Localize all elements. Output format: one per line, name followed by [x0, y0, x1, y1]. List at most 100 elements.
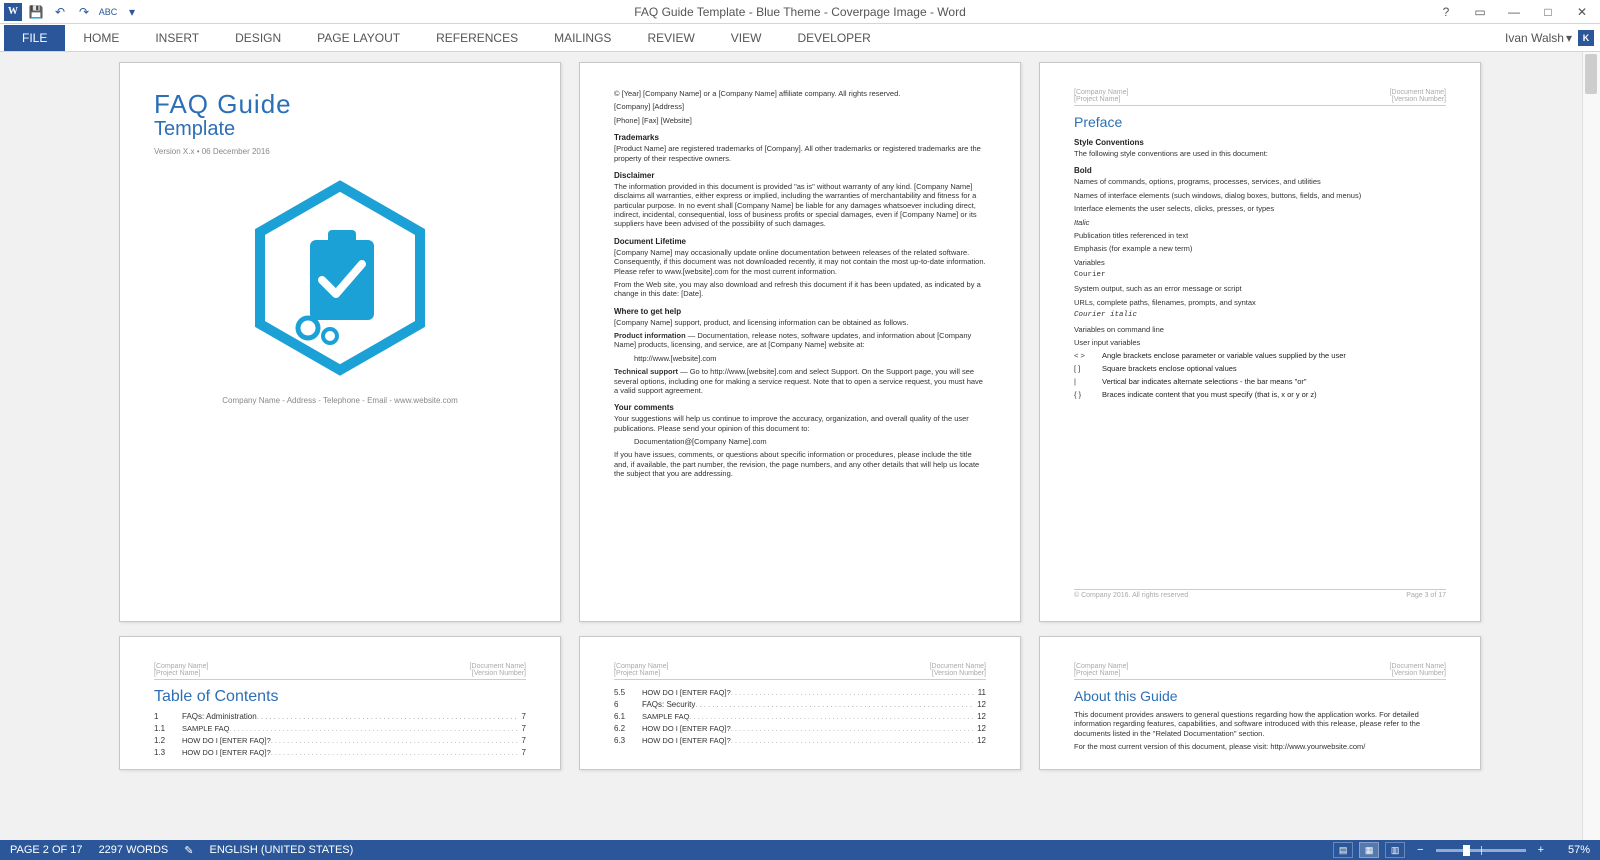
- page-header: [Company Name][Project Name] [Document N…: [1074, 89, 1446, 106]
- tech-support-line: Technical support — Go to http://www.[we…: [614, 367, 986, 395]
- courier-italic-line-2: User input variables: [1074, 338, 1446, 347]
- cover-logo: [154, 178, 526, 378]
- toc-entry: 6.2HOW DO I [ENTER FAQ]?12: [614, 724, 986, 733]
- product-info-line: Product information — Documentation, rel…: [614, 331, 986, 350]
- user-name: Ivan Walsh: [1505, 31, 1564, 45]
- word-count[interactable]: 2297 WORDS: [99, 844, 169, 856]
- maximize-icon[interactable]: □: [1536, 5, 1560, 19]
- comments-heading: Your comments: [614, 403, 986, 412]
- product-info-url: http://www.[website].com: [614, 354, 986, 363]
- cover-title: FAQ Guide: [154, 89, 526, 120]
- tab-view[interactable]: VIEW: [713, 25, 780, 51]
- disclaimer-text: The information provided in this documen…: [614, 182, 986, 229]
- read-mode-icon[interactable]: ▤: [1333, 842, 1353, 858]
- cover-footer: Company Name - Address - Telephone - Ema…: [154, 396, 526, 405]
- bold-line-3: Interface elements the user selects, cli…: [1074, 204, 1446, 213]
- tab-developer[interactable]: DEVELOPER: [779, 25, 888, 51]
- help-icon[interactable]: ?: [1434, 5, 1458, 19]
- toc-entry: 1.2HOW DO I [ENTER FAQ]?7: [154, 736, 526, 745]
- page-header: [Company Name][Project Name] [Document N…: [614, 663, 986, 680]
- lifetime-heading: Document Lifetime: [614, 237, 986, 246]
- toc-entry: 1FAQs: Administration7: [154, 712, 526, 721]
- about-text-1: This document provides answers to genera…: [1074, 710, 1446, 738]
- zoom-in-button[interactable]: +: [1532, 844, 1550, 856]
- document-canvas[interactable]: FAQ Guide Template Version X.x • 06 Dece…: [0, 52, 1600, 840]
- proofing-icon[interactable]: ✎: [184, 844, 193, 857]
- minimize-icon[interactable]: —: [1502, 5, 1526, 19]
- copyright-line: © [Year] [Company Name] or a [Company Na…: [614, 89, 986, 98]
- doc-page-cover[interactable]: FAQ Guide Template Version X.x • 06 Dece…: [119, 62, 561, 622]
- zoom-level[interactable]: 57%: [1556, 844, 1590, 856]
- courier-line-2: URLs, complete paths, filenames, prompts…: [1074, 298, 1446, 307]
- word-app-icon[interactable]: W: [4, 3, 22, 21]
- doc-page-toc[interactable]: [Company Name][Project Name] [Document N…: [119, 636, 561, 770]
- doc-page-about[interactable]: [Company Name][Project Name] [Document N…: [1039, 636, 1481, 770]
- language-indicator[interactable]: ENGLISH (UNITED STATES): [209, 844, 353, 856]
- cover-version: Version X.x • 06 December 2016: [154, 147, 526, 156]
- zoom-out-button[interactable]: −: [1411, 844, 1429, 856]
- tab-mailings[interactable]: MAILINGS: [536, 25, 629, 51]
- comments-text-2: If you have issues, comments, or questio…: [614, 450, 986, 478]
- page-indicator[interactable]: PAGE 2 OF 17: [10, 844, 83, 856]
- italic-line-2: Emphasis (for example a new term): [1074, 244, 1446, 253]
- courier-italic-line-1: Variables on command line: [1074, 325, 1446, 334]
- tab-insert[interactable]: INSERT: [137, 25, 217, 51]
- print-layout-icon[interactable]: ▦: [1359, 842, 1379, 858]
- toc-entry: 5.5HOW DO I [ENTER FAQ]?11: [614, 688, 986, 697]
- symbol-row: < >Angle brackets enclose parameter or v…: [1074, 351, 1446, 360]
- symbol-row: { }Braces indicate content that you must…: [1074, 390, 1446, 399]
- window-title: FAQ Guide Template - Blue Theme - Coverp…: [634, 5, 966, 19]
- tab-page-layout[interactable]: PAGE LAYOUT: [299, 25, 418, 51]
- ribbon-tabs: FILE HOME INSERT DESIGN PAGE LAYOUT REFE…: [0, 24, 1600, 52]
- web-layout-icon[interactable]: ▥: [1385, 842, 1405, 858]
- trademarks-heading: Trademarks: [614, 133, 986, 142]
- tab-home[interactable]: HOME: [65, 25, 137, 51]
- title-bar: W 💾 ↶ ↷ ABC ▾ FAQ Guide Template - Blue …: [0, 0, 1600, 24]
- style-intro: The following style conventions are used…: [1074, 149, 1446, 158]
- doc-page-legal[interactable]: © [Year] [Company Name] or a [Company Na…: [579, 62, 1021, 622]
- quick-access-toolbar: W 💾 ↶ ↷ ABC ▾: [0, 3, 142, 21]
- help-text: [Company Name] support, product, and lic…: [614, 318, 986, 327]
- undo-icon[interactable]: ↶: [50, 3, 70, 21]
- toc-entry: 6FAQs: Security12: [614, 700, 986, 709]
- spelling-icon[interactable]: ABC: [98, 3, 118, 21]
- tab-review[interactable]: REVIEW: [629, 25, 712, 51]
- disclaimer-heading: Disclaimer: [614, 171, 986, 180]
- toc-list: 1FAQs: Administration7 1.1SAMPLE FAQ7 1.2H…: [154, 712, 526, 757]
- about-text-2: For the most current version of this doc…: [1074, 742, 1446, 751]
- courier-italic-heading: Courier italic: [1074, 311, 1446, 320]
- bold-line-2: Names of interface elements (such window…: [1074, 191, 1446, 200]
- page-footer: © Company 2016. All rights reservedPage …: [1074, 589, 1446, 599]
- style-conventions-heading: Style Conventions: [1074, 138, 1446, 147]
- tab-file[interactable]: FILE: [4, 25, 65, 51]
- ribbon-display-icon[interactable]: ▭: [1468, 5, 1492, 19]
- vertical-scrollbar[interactable]: [1582, 52, 1600, 840]
- user-badge: K: [1578, 30, 1594, 46]
- qat-dropdown-icon[interactable]: ▾: [122, 3, 142, 21]
- tab-references[interactable]: REFERENCES: [418, 25, 536, 51]
- page-header: [Company Name][Project Name] [Document N…: [1074, 663, 1446, 680]
- save-icon[interactable]: 💾: [26, 3, 46, 21]
- courier-heading: Courier: [1074, 271, 1446, 280]
- account-area[interactable]: Ivan Walsh ▾ K: [1505, 30, 1600, 46]
- italic-line-1: Publication titles referenced in text: [1074, 231, 1446, 240]
- doc-page-preface[interactable]: [Company Name][Project Name] [Document N…: [1039, 62, 1481, 622]
- cover-subtitle: Template: [154, 118, 526, 141]
- contact-line: [Phone] [Fax] [Website]: [614, 116, 986, 125]
- bold-heading: Bold: [1074, 166, 1446, 175]
- address-line: [Company] [Address]: [614, 102, 986, 111]
- tab-design[interactable]: DESIGN: [217, 25, 299, 51]
- toc-entry: 1.1SAMPLE FAQ7: [154, 724, 526, 733]
- preface-title: Preface: [1074, 114, 1446, 130]
- redo-icon[interactable]: ↷: [74, 3, 94, 21]
- scrollbar-thumb[interactable]: [1585, 54, 1597, 94]
- comments-text-1: Your suggestions will help us continue t…: [614, 414, 986, 433]
- status-bar: PAGE 2 OF 17 2297 WORDS ✎ ENGLISH (UNITE…: [0, 840, 1600, 860]
- zoom-slider[interactable]: [1436, 849, 1526, 852]
- doc-page-toc-2[interactable]: [Company Name][Project Name] [Document N…: [579, 636, 1021, 770]
- about-title: About this Guide: [1074, 688, 1446, 704]
- toc-title: Table of Contents: [154, 688, 526, 706]
- toc-entry: 1.3HOW DO I [ENTER FAQ]?7: [154, 748, 526, 757]
- toc-list: 5.5HOW DO I [ENTER FAQ]?11 6FAQs: Securit…: [614, 688, 986, 745]
- close-icon[interactable]: ✕: [1570, 5, 1594, 19]
